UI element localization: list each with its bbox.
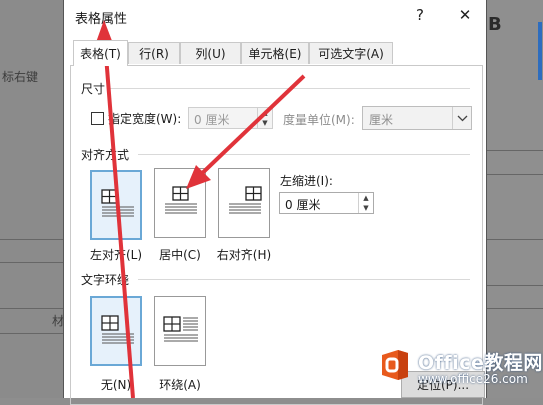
align-right-option[interactable] xyxy=(218,168,270,238)
align-left-option[interactable] xyxy=(90,170,142,240)
spin-up-icon[interactable]: ▲ xyxy=(258,108,272,118)
chevron-down-icon[interactable] xyxy=(452,107,471,129)
indent-value: 0 厘米 xyxy=(285,198,321,212)
measure-in-value: 厘米 xyxy=(369,113,394,127)
width-spin-arrows[interactable]: ▲ ▼ xyxy=(257,108,272,128)
alignment-section-label: 对齐方式 xyxy=(81,148,130,162)
watermark-brand: Office教程网 xyxy=(418,352,543,374)
align-left-icon xyxy=(101,189,134,217)
align-right-icon xyxy=(229,186,262,214)
wrap-around-label: 环绕(A) xyxy=(159,378,201,392)
measure-in-label: 度量单位(M): xyxy=(283,113,355,127)
tab-alt-text[interactable]: 可选文字(A) xyxy=(309,42,393,64)
office-logo-icon xyxy=(378,348,412,382)
wrap-none-label: 无(N) xyxy=(100,378,132,392)
bg-table-line xyxy=(0,308,63,309)
measure-in-select[interactable]: 厘米 xyxy=(362,106,472,130)
background-right-panel: B xyxy=(482,0,543,398)
close-button[interactable]: ✕ xyxy=(451,2,479,28)
section-divider xyxy=(110,88,470,89)
bg-table-line xyxy=(0,239,63,240)
width-spinner[interactable]: 0 厘米 ▲ ▼ xyxy=(188,107,273,129)
tab-table[interactable]: 表格(T) xyxy=(73,40,128,66)
align-center-icon xyxy=(165,186,197,214)
bg-text-right-click: 标右键 xyxy=(2,70,39,84)
text-wrapping-section-label: 文字环绕 xyxy=(81,273,130,287)
table-properties-dialog: 表格属性 ? ✕ 表格(T) 行(R) 列(U) 单元格(E) 可选文字(A) … xyxy=(63,0,487,405)
wrap-around-option[interactable] xyxy=(154,296,206,366)
indent-spin-arrows[interactable]: ▲ ▼ xyxy=(358,193,373,213)
tab-row[interactable]: 行(R) xyxy=(128,42,180,64)
bg-table-line xyxy=(0,333,63,334)
align-center-option[interactable] xyxy=(154,168,206,238)
section-divider xyxy=(138,154,470,155)
section-divider xyxy=(138,279,470,280)
preferred-width-checkbox[interactable] xyxy=(91,112,104,125)
dialog-title: 表格属性 xyxy=(75,12,128,27)
width-value: 0 厘米 xyxy=(194,113,230,127)
align-right-label: 右对齐(H) xyxy=(216,248,272,262)
bg-table-line xyxy=(482,150,543,151)
spin-down-icon[interactable]: ▼ xyxy=(359,203,373,213)
bg-table-line xyxy=(482,285,543,286)
spin-down-icon[interactable]: ▼ xyxy=(258,118,272,128)
bg-table-line xyxy=(482,308,543,309)
spin-up-icon[interactable]: ▲ xyxy=(359,193,373,203)
indent-label: 左缩进(I): xyxy=(280,174,333,188)
align-center-label: 居中(C) xyxy=(159,248,201,262)
bg-table-line xyxy=(0,262,63,263)
tab-cell[interactable]: 单元格(E) xyxy=(241,42,309,64)
dialog-titlebar[interactable]: 表格属性 ? ✕ xyxy=(64,0,486,32)
preferred-width-label: 指定宽度(W): xyxy=(108,112,182,126)
bg-table-line xyxy=(482,174,543,175)
indent-spinner[interactable]: 0 厘米 ▲ ▼ xyxy=(279,192,374,214)
size-section-label: 尺寸 xyxy=(81,82,106,96)
bg-table-line xyxy=(482,239,543,240)
background-scroll-accent xyxy=(538,22,542,80)
align-left-label: 左对齐(L) xyxy=(89,248,143,262)
wrap-none-icon xyxy=(101,315,134,344)
watermark-url: www.office26.com xyxy=(418,372,528,386)
tab-column[interactable]: 列(U) xyxy=(180,42,241,64)
bg-text-right: B xyxy=(488,14,502,35)
wrap-around-icon xyxy=(163,316,198,342)
wrap-none-option[interactable] xyxy=(90,296,142,366)
help-button[interactable]: ? xyxy=(406,2,434,28)
